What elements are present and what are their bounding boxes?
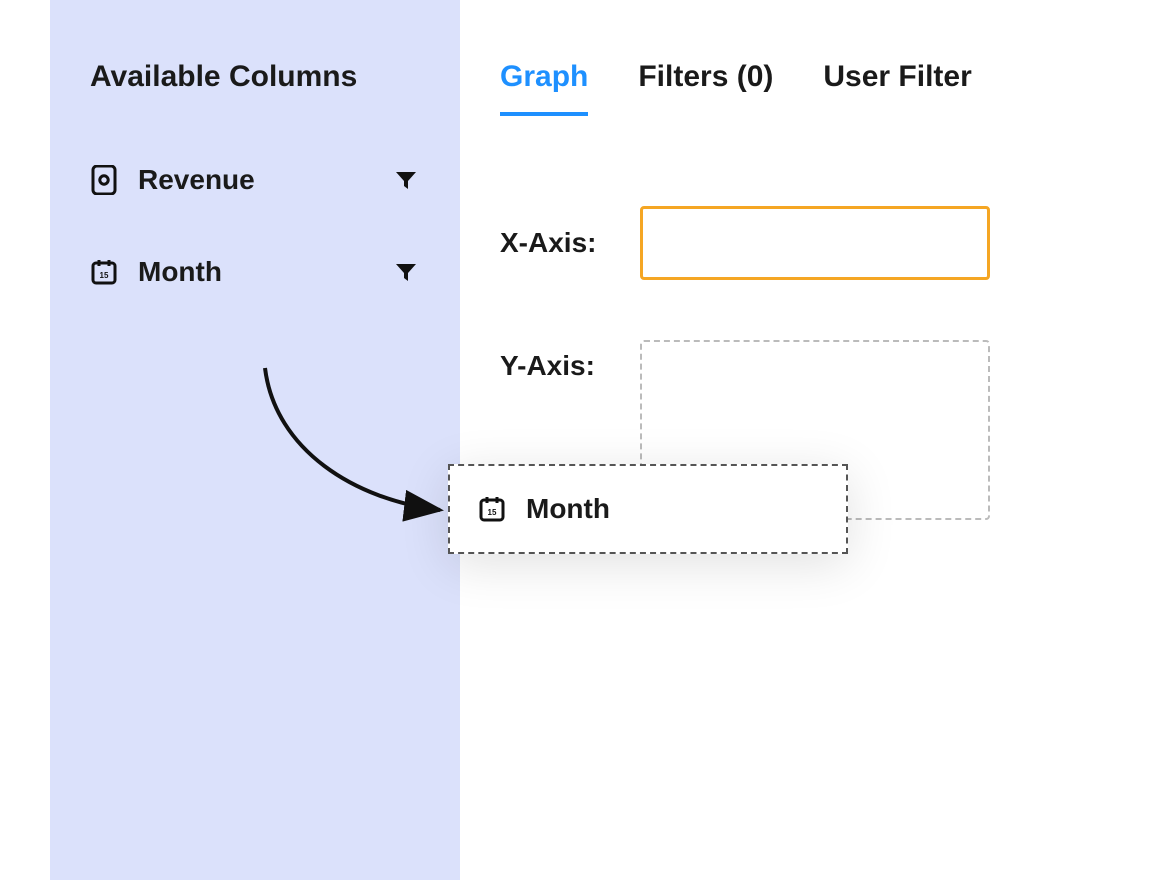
tab-graph[interactable]: Graph [500, 60, 588, 116]
drag-preview-month[interactable]: 15 Month [448, 464, 848, 554]
svg-text:15: 15 [100, 271, 109, 280]
drag-arrow-illustration [245, 360, 475, 530]
tab-user-filter[interactable]: User Filter [823, 60, 971, 116]
column-item-month[interactable]: 15 Month [90, 256, 420, 288]
column-label: Revenue [138, 164, 255, 196]
drag-preview-label: Month [526, 493, 610, 525]
x-axis-label: X-Axis: [500, 227, 610, 259]
tab-bar: Graph Filters (0) User Filter [500, 60, 1080, 116]
calendar-icon: 15 [478, 495, 506, 523]
column-item-revenue[interactable]: Revenue [90, 164, 420, 196]
svg-text:15: 15 [488, 508, 497, 517]
filter-icon[interactable] [392, 258, 420, 286]
calendar-icon: 15 [90, 258, 118, 286]
tab-filters[interactable]: Filters (0) [638, 60, 773, 116]
x-axis-dropzone[interactable] [640, 206, 990, 280]
money-icon [90, 166, 118, 194]
sidebar-title: Available Columns [90, 60, 420, 94]
column-label: Month [138, 256, 222, 288]
x-axis-row: X-Axis: [500, 206, 1080, 280]
y-axis-label: Y-Axis: [500, 340, 610, 382]
filter-icon[interactable] [392, 166, 420, 194]
config-panel: Graph Filters (0) User Filter X-Axis: Y-… [460, 0, 1110, 880]
